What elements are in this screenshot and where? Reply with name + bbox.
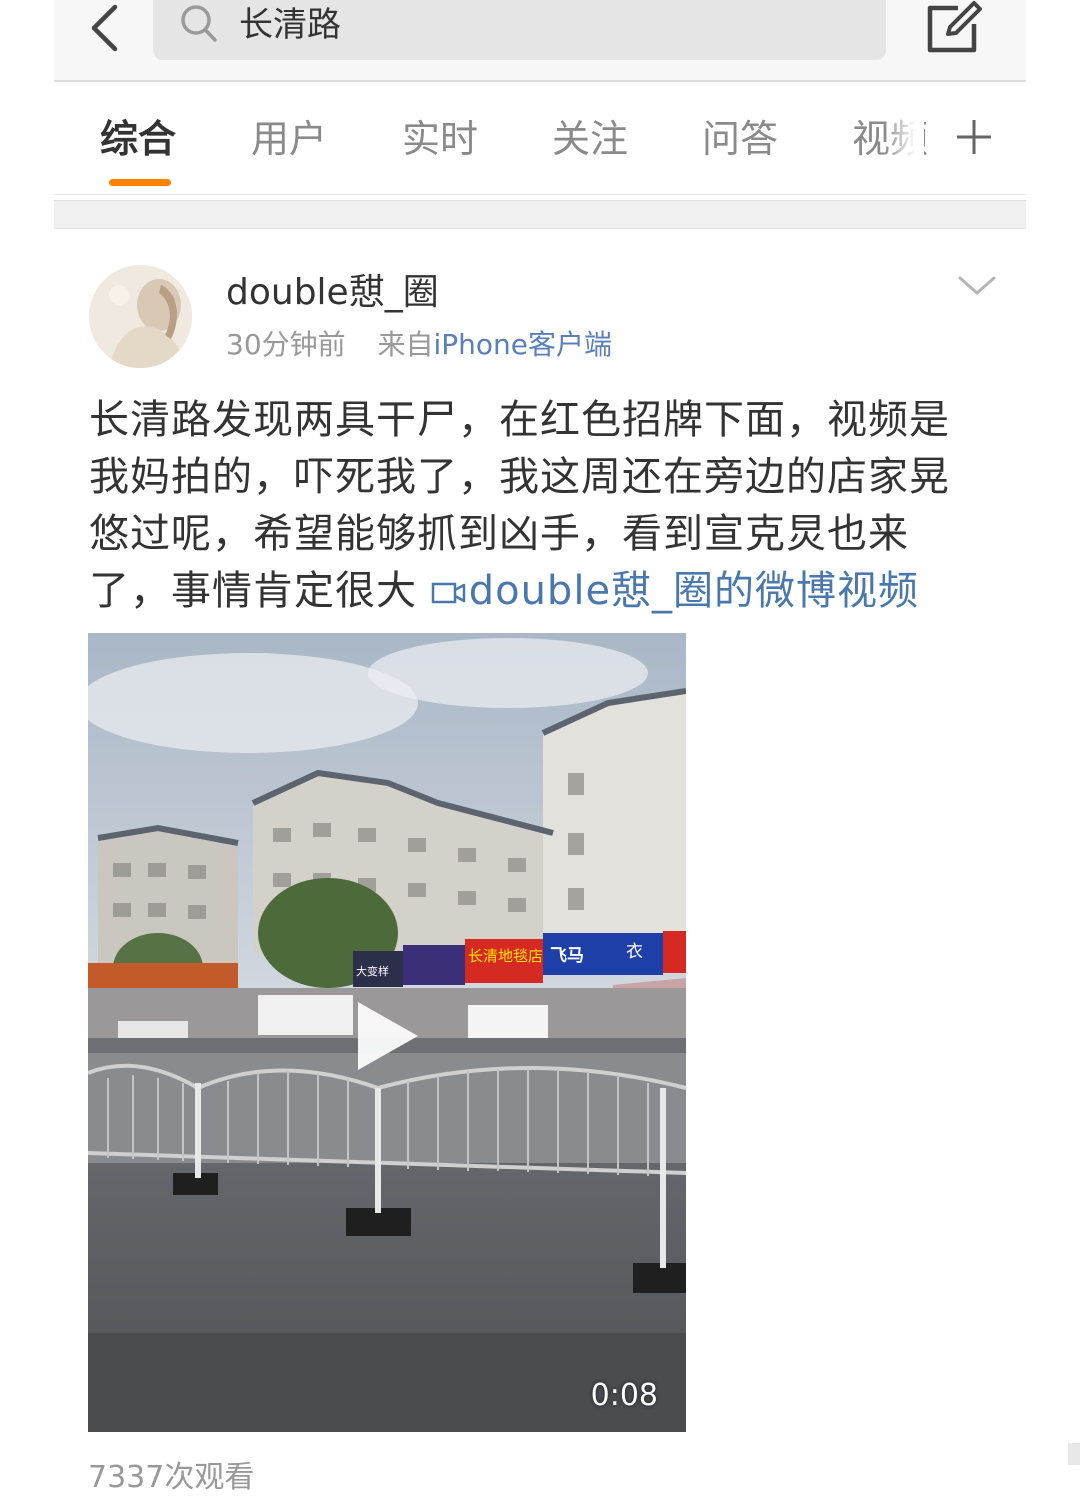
compose-icon — [927, 1, 982, 53]
view-count: 7337次观看 — [88, 1460, 255, 1495]
post-time: 30分钟前 — [226, 328, 346, 361]
play-icon[interactable] — [352, 998, 422, 1074]
more-tabs-button[interactable] — [954, 112, 994, 162]
tab-overflow-fade — [884, 102, 924, 172]
search-header: 长清路 — [54, 0, 1026, 82]
tab-realtime[interactable]: 实时 — [402, 116, 478, 162]
shop-sign-carpet: 长清地毯店 — [468, 947, 543, 965]
video-icon — [431, 582, 465, 604]
weibo-search-screen: 长清路 综合 用户 实时 关注 问答 视频 — [54, 0, 1026, 1511]
tab-qa[interactable]: 问答 — [702, 116, 778, 162]
tab-following[interactable]: 关注 — [552, 116, 628, 162]
search-icon — [181, 5, 217, 42]
tab-comprehensive[interactable]: 综合 — [100, 116, 176, 162]
search-input[interactable]: 长清路 — [153, 0, 886, 60]
video-link[interactable]: double憇_圈的微博视频 — [431, 568, 919, 614]
tab-users[interactable]: 用户 — [251, 116, 327, 162]
back-button[interactable] — [82, 2, 126, 54]
post-source-prefix: 来自 — [377, 328, 434, 361]
shop-sign-change: 大变样 — [356, 964, 389, 978]
post-username[interactable]: double憇_圈 — [226, 270, 439, 316]
post-meta: 30分钟前 来自iPhone客户端 — [226, 326, 612, 364]
avatar-image — [89, 265, 192, 368]
video-duration: 0:08 — [590, 1378, 658, 1413]
chevron-down-icon — [958, 276, 996, 295]
post-text: 长清路发现两具干尸，在红色招牌下面，视频是我妈拍的，吓死我了，我这周还在旁边的店… — [89, 392, 984, 620]
plus-icon — [957, 120, 991, 154]
avatar[interactable] — [89, 265, 192, 368]
video-player[interactable]: 长清地毯店 飞马 衣 大变样 0:08 — [88, 633, 686, 1432]
scroll-edge — [1068, 1443, 1080, 1465]
compose-button[interactable] — [924, 0, 986, 56]
video-link-label: double憇_圈的微博视频 — [468, 568, 920, 614]
shop-sign-feima: 飞马 — [550, 946, 584, 966]
post-source-client[interactable]: iPhone客户端 — [433, 328, 612, 361]
chevron-left-icon — [91, 4, 118, 52]
active-tab-indicator — [109, 179, 171, 186]
search-query: 长清路 — [239, 5, 341, 45]
section-divider — [54, 200, 1026, 229]
search-tabs: 综合 用户 实时 关注 问答 视频 — [54, 82, 1026, 195]
shop-sign-clothing: 衣 — [626, 942, 643, 962]
post-menu-button[interactable] — [954, 268, 1000, 304]
